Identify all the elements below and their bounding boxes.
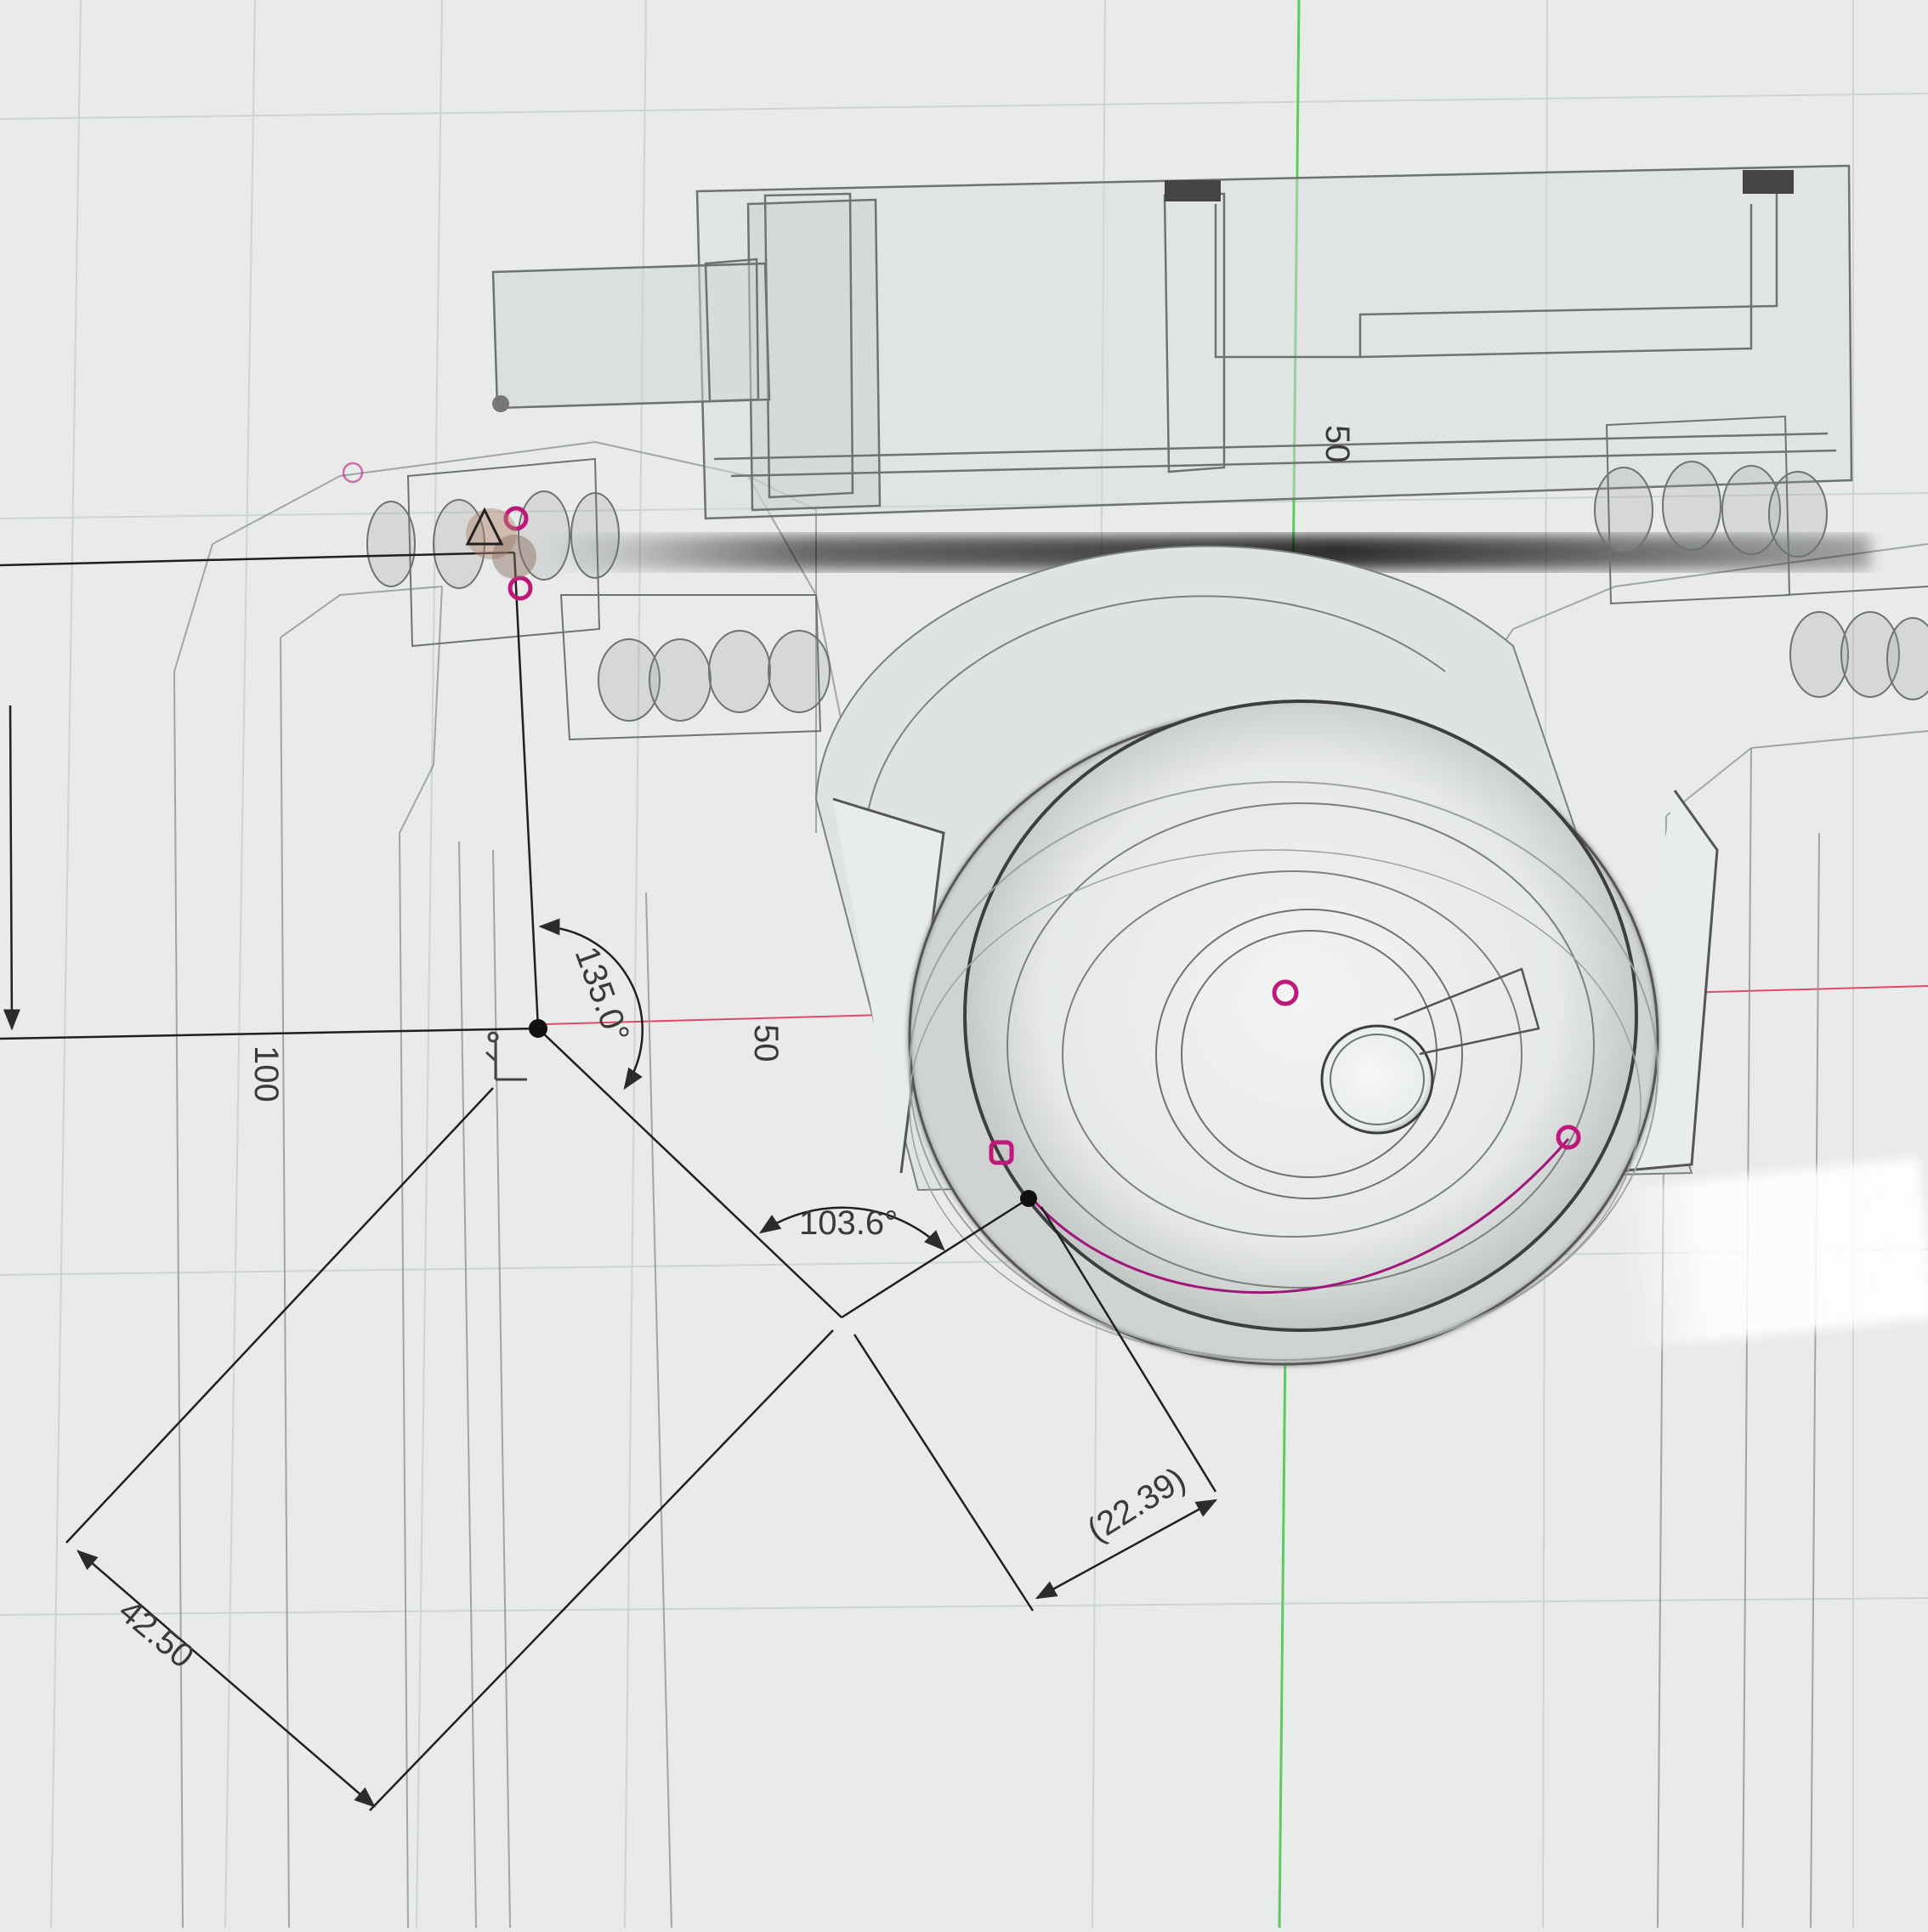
- sketch-point-arc-start[interactable]: [1020, 1190, 1037, 1207]
- top-body-tab-right: [1743, 170, 1794, 194]
- viewport-canvas[interactable]: 135.0° 103.6° 100 42.50 (22.39) 50 50: [0, 0, 1928, 1929]
- wheel: [814, 545, 1719, 1366]
- dim-length-42-50[interactable]: 42.50: [111, 1592, 201, 1675]
- screen-glare: [1608, 1157, 1928, 1351]
- dim-length-50-mid[interactable]: 50: [747, 1024, 785, 1062]
- coordinate-triad-icon: [485, 1031, 527, 1081]
- dim-length-50-top[interactable]: 50: [1318, 425, 1356, 463]
- top-body-pin: [492, 395, 509, 412]
- dim-length-100[interactable]: 100: [247, 1045, 285, 1102]
- dim-angle-103[interactable]: 103.6°: [799, 1204, 898, 1242]
- top-body: [491, 164, 1853, 520]
- sketch-point-origin[interactable]: [529, 1019, 547, 1038]
- sketch-point-icon[interactable]: [508, 575, 533, 601]
- dim-length-22-39[interactable]: (22.39): [1080, 1460, 1192, 1549]
- top-body-tab-left: [1165, 180, 1221, 201]
- dim-angle-135[interactable]: 135.0°: [568, 942, 637, 1047]
- cad-viewport[interactable]: 135.0° 103.6° 100 42.50 (22.39) 50 50: [0, 0, 1928, 1929]
